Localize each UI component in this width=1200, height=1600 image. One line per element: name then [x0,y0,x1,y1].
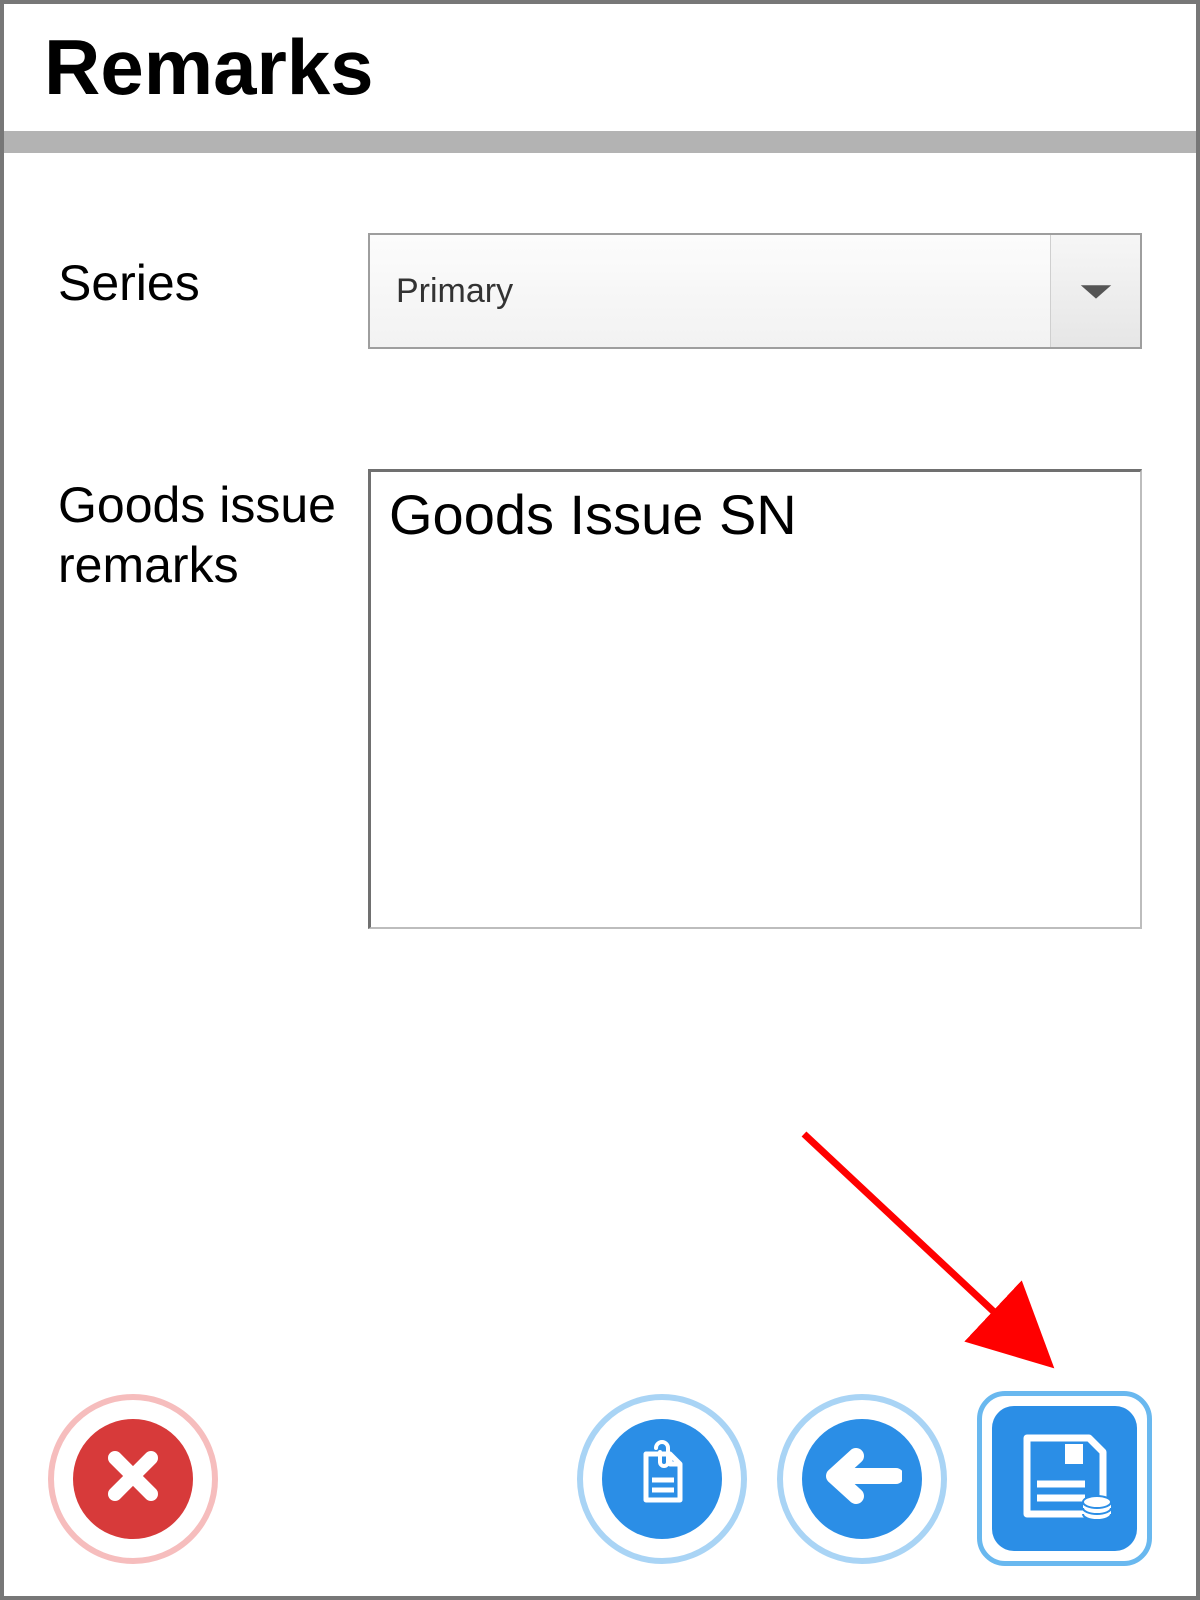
page-title: Remarks [44,22,1166,113]
back-button[interactable] [777,1394,947,1564]
remarks-input[interactable] [368,469,1142,929]
header-divider [4,131,1196,153]
close-icon [101,1444,165,1513]
chevron-down-icon [1050,235,1140,347]
attachment-document-icon [626,1440,698,1517]
series-row: Series Primary [58,233,1142,349]
series-select[interactable]: Primary [368,233,1142,349]
remarks-label: Goods issue remarks [58,469,368,595]
dialog-header: Remarks [4,4,1196,131]
arrow-left-icon [822,1446,902,1511]
action-toolbar [4,1391,1196,1566]
annotation-arrow-icon [784,1114,1094,1394]
attachment-button[interactable] [577,1394,747,1564]
remarks-dialog: Remarks Series Primary Goods issue remar… [0,0,1200,1600]
series-value: Primary [396,272,513,311]
remarks-row: Goods issue remarks [58,469,1142,929]
series-label: Series [58,233,368,313]
save-button[interactable] [977,1391,1152,1566]
cancel-button[interactable] [48,1394,218,1564]
form-area: Series Primary Goods issue remarks [4,153,1196,929]
save-disk-icon [1015,1426,1115,1531]
